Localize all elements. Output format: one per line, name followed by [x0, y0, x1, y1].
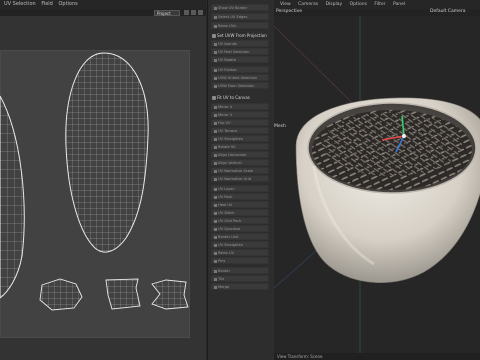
uv-island-left — [0, 95, 25, 299]
menu-display[interactable]: Display — [326, 2, 343, 7]
panel-button[interactable]: Border Unit — [211, 233, 269, 240]
lock-icon[interactable] — [191, 10, 196, 15]
camera-label[interactable]: Default Camera — [430, 9, 466, 14]
seed-pile-top — [322, 112, 462, 176]
uv-islands — [0, 52, 189, 311]
panel-button[interactable]: UV Quantize — [211, 225, 269, 232]
panel-button[interactable]: Relax UVs — [211, 22, 269, 29]
panel-button[interactable]: UV Normalize Grid — [211, 175, 269, 182]
panel-button[interactable]: Pins — [211, 257, 269, 264]
panel-button[interactable]: Mirror V — [211, 111, 269, 118]
perspective-label[interactable]: Perspective — [276, 9, 302, 14]
panel-button[interactable]: UV Layer — [211, 185, 269, 192]
panel-section-heading[interactable]: Set UVW From Projection — [211, 32, 269, 39]
panel-button[interactable]: Relax UV — [211, 249, 269, 256]
menu-field[interactable]: Field — [41, 1, 53, 7]
panel-button[interactable]: UV Terrace — [211, 127, 269, 134]
panel-button[interactable]: Border — [211, 267, 269, 274]
grid-icon[interactable] — [184, 10, 189, 15]
panel-button[interactable]: Mirror U — [211, 103, 269, 110]
menu-uv-selection[interactable]: UV Selection — [4, 1, 36, 7]
panel-button[interactable]: Merge — [211, 283, 269, 290]
panel-button[interactable]: Rotate 90 — [211, 143, 269, 150]
panel-button[interactable]: UV Rotate — [211, 56, 269, 63]
viewport-status-bar: View Transform: Scene — [274, 353, 480, 360]
viewport-toolbar: Perspective Default Camera — [274, 9, 480, 16]
menu-view[interactable]: View — [280, 2, 291, 7]
uv-editor-toolbar: Project — [0, 9, 206, 16]
mesh-label: Mesh — [274, 124, 286, 129]
panel-button[interactable]: UV Flatten — [211, 66, 269, 73]
uv-editor-menubar: UV Selection Field Options — [0, 0, 206, 9]
panel-button[interactable]: Heal UV — [211, 201, 269, 208]
menu-panel[interactable]: Panel — [393, 2, 405, 7]
uv-island-main — [65, 52, 149, 253]
scene-render — [274, 16, 480, 353]
uv-island-small-3 — [151, 279, 189, 310]
panel-button[interactable]: UV Grid Pack — [211, 217, 269, 224]
viewport-menubar: View Cameras Display Options Filter Pane… — [274, 0, 480, 9]
panel-button[interactable]: UV Islands — [211, 40, 269, 47]
uv-island-small-2 — [105, 278, 141, 310]
panel-button[interactable]: UV Stitch — [211, 209, 269, 216]
menu-options[interactable]: Options — [350, 2, 367, 7]
panel-button[interactable]: Tile — [211, 275, 269, 282]
viewport-label-bar: Perspective — [276, 9, 302, 15]
menu-filter[interactable]: Filter — [374, 2, 385, 7]
uv-tools-panel: Show UV Border Select UV Edges Relax UVs… — [207, 0, 275, 360]
panel-button[interactable]: Align Vertical — [211, 159, 269, 166]
panel-button[interactable]: Select UV Edges — [211, 13, 269, 20]
panel-button[interactable]: UV Pack — [211, 193, 269, 200]
uv-canvas[interactable] — [0, 16, 206, 360]
3d-viewport[interactable]: Mesh — [274, 16, 480, 353]
panel-button[interactable]: Align Horizontal — [211, 151, 269, 158]
panel-button[interactable]: UV Normalize Scale — [211, 167, 269, 174]
menu-cameras[interactable]: Cameras — [298, 2, 318, 7]
panel-button[interactable]: Show UV Border — [211, 4, 269, 11]
panel-button[interactable]: UV Peel Selection — [211, 48, 269, 55]
panel-button[interactable]: UVW Unfold Selection — [211, 74, 269, 81]
settings-icon[interactable] — [198, 10, 203, 15]
panel-button[interactable]: UV Straighten — [211, 241, 269, 248]
menu-options[interactable]: Options — [58, 1, 77, 7]
panel-section-heading[interactable]: Fit UV to Canvas — [211, 94, 269, 101]
uv-island-small-1 — [39, 278, 83, 311]
gizmo-origin — [402, 134, 406, 138]
panel-button[interactable]: UVW From Selection — [211, 82, 269, 89]
panel-button[interactable]: Flip UV — [211, 119, 269, 126]
panel-button[interactable]: UV Straighten — [211, 135, 269, 142]
